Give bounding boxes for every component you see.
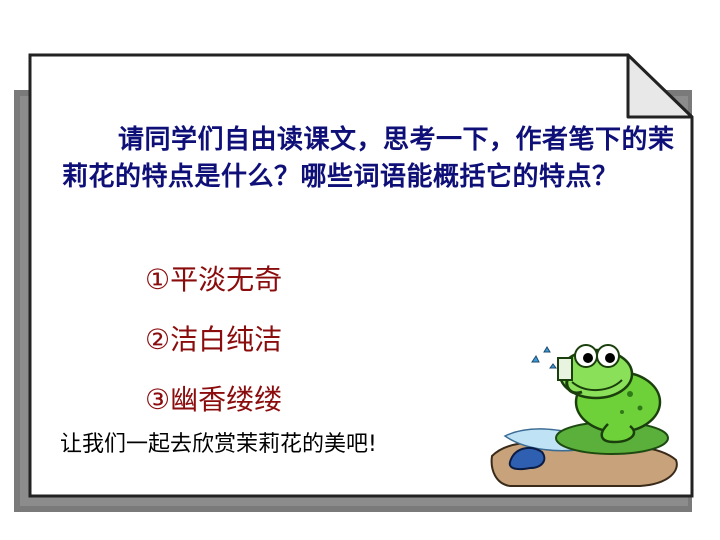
frog-illustration [490,344,678,487]
frog-pupil-right [605,353,615,363]
feature-item: ②洁白纯洁 [145,323,283,356]
frog-leg [600,423,636,444]
frog-spot [627,391,633,397]
frog-spot [637,405,643,411]
feature-item: ③幽香缕缕 [145,383,283,416]
card-folded-corner [626,53,694,119]
invite-text: 让我们一起去欣赏茉莉花的美吧! [60,432,377,457]
question-text: 请同学们自由读课文，思考一下，作者笔下的茉莉花的特点是什么？哪些词语能概括它的特… [62,125,675,192]
frog-spot [620,410,624,414]
slide: 请同学们自由读课文，思考一下，作者笔下的茉莉花的特点是什么？哪些词语能概括它的特… [0,0,720,540]
cup [557,357,573,381]
frog-pupil-left [583,353,593,363]
splash-drops [531,346,557,369]
feature-item: ①平淡无奇 [145,263,283,296]
feature-list: ①平淡无奇 ②洁白纯洁 ③幽香缕缕 [145,258,282,438]
